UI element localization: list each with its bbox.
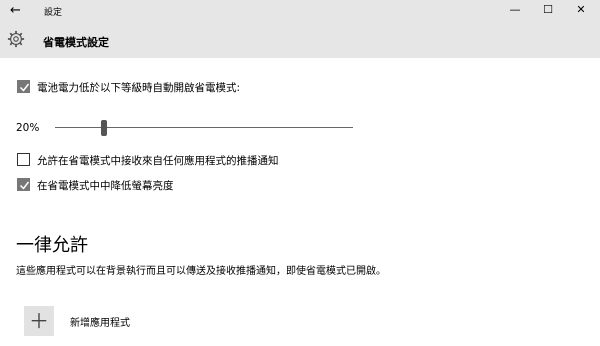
lower-brightness-checkbox[interactable] bbox=[17, 178, 30, 191]
gear-icon bbox=[7, 30, 25, 48]
page-title: 省電模式設定 bbox=[43, 36, 109, 49]
window-title: 設定 bbox=[44, 8, 63, 18]
always-allowed-description: 這些應用程式可以在背景執行而且可以傳送及接收推播通知，即使省電模式已開啟。 bbox=[16, 266, 386, 277]
allow-push-label: 允許在省電模式中接收來自任何應用程式的推播通知 bbox=[37, 155, 279, 167]
add-app-button[interactable]: ＋ bbox=[24, 306, 54, 336]
add-app-label[interactable]: 新增應用程式 bbox=[70, 314, 130, 329]
title-bar: ← 設定 — ☐ ✕ bbox=[0, 0, 600, 21]
threshold-value: 20% bbox=[16, 122, 40, 134]
allow-push-checkbox[interactable] bbox=[17, 153, 30, 166]
minimize-icon[interactable]: — bbox=[500, 2, 530, 18]
auto-enable-label: 電池電力低於以下等級時自動開啟省電模式: bbox=[37, 82, 241, 94]
back-arrow-icon[interactable]: ← bbox=[10, 3, 21, 18]
checkmark-icon bbox=[19, 83, 30, 92]
auto-enable-checkbox[interactable] bbox=[17, 80, 30, 93]
threshold-slider[interactable] bbox=[55, 120, 353, 136]
slider-thumb[interactable] bbox=[101, 120, 107, 136]
plus-icon: ＋ bbox=[29, 309, 49, 333]
slider-track[interactable] bbox=[55, 127, 353, 128]
close-icon[interactable]: ✕ bbox=[566, 2, 596, 18]
checkmark-icon bbox=[19, 181, 30, 190]
page-header: 省電模式設定 bbox=[0, 21, 600, 58]
always-allowed-heading: 一律允許 bbox=[16, 235, 88, 256]
maximize-icon[interactable]: ☐ bbox=[533, 2, 563, 18]
lower-brightness-label: 在省電模式中中降低螢幕亮度 bbox=[37, 180, 174, 192]
